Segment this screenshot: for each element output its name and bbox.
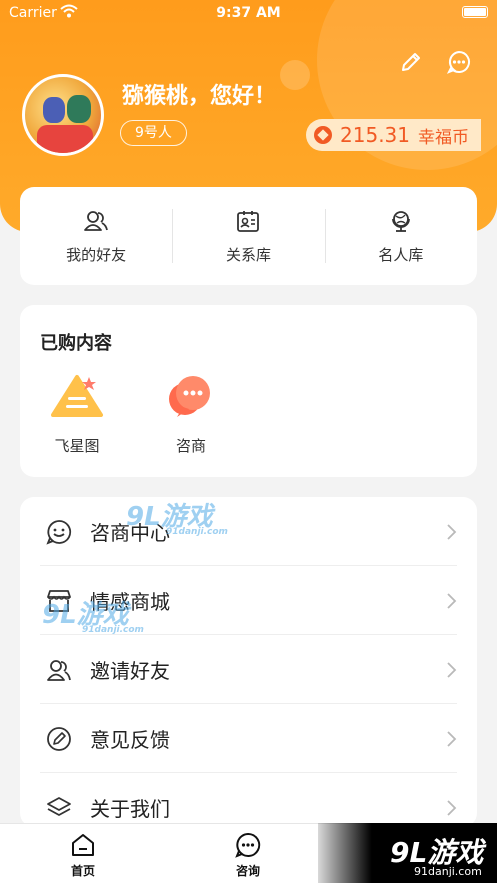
coin-amount: 215.31: [340, 123, 410, 147]
quick-link-relations[interactable]: 关系库: [172, 187, 324, 285]
brand-watermark-logo: 9L游戏 91danji.com: [318, 823, 497, 883]
coin-balance[interactable]: 215.31 幸福币: [306, 119, 481, 151]
tab-label: 咨询: [235, 864, 260, 878]
globe-icon: [391, 210, 410, 232]
tab-home[interactable]: 首页: [48, 832, 118, 879]
avatar-figure-right: [67, 95, 91, 123]
chevron-right-icon: [447, 661, 457, 678]
quick-link-label: 名人库: [378, 245, 424, 264]
menu-item-about-us[interactable]: 关于我们: [20, 773, 477, 827]
purchased-item-consult[interactable]: 咨商: [156, 373, 226, 456]
menu-item-label: 关于我们: [90, 797, 170, 821]
menu-item-label: 邀请好友: [90, 659, 170, 683]
greeting-text: 猕猴桃，您好！: [122, 84, 277, 109]
chevron-right-icon: [447, 592, 457, 609]
purchased-content-card: 已购内容 飞星图 咨商: [20, 305, 477, 477]
home-icon: [72, 834, 94, 856]
quick-link-friends[interactable]: 我的好友: [20, 187, 172, 285]
avatar-figure-left: [43, 97, 65, 123]
level-badge[interactable]: 9号人: [120, 120, 187, 146]
message-icon[interactable]: [445, 48, 473, 76]
section-title: 已购内容: [40, 333, 112, 354]
watermark-url: 91danji.com: [166, 527, 228, 537]
watermark: 9L游戏 91danji.com: [126, 496, 228, 537]
coin-icon: [314, 126, 333, 144]
header-actions: [397, 48, 473, 76]
chevron-right-icon: [447, 799, 457, 816]
chevron-right-icon: [447, 523, 457, 540]
watermark-url: 91danji.com: [82, 625, 144, 635]
smile-chat-icon: [46, 519, 72, 545]
menu-item-feedback[interactable]: 意见反馈: [20, 704, 477, 773]
tab-consult[interactable]: 咨询: [213, 832, 283, 879]
edit-pencil-icon[interactable]: [397, 48, 425, 76]
quick-link-label: 我的好友: [66, 245, 127, 264]
purchased-item-label: 咨商: [175, 437, 206, 455]
quick-link-celebrities[interactable]: 名人库: [324, 187, 477, 285]
avatar[interactable]: [22, 74, 104, 156]
friends-icon: [84, 210, 109, 231]
watermark: 9L游戏 91danji.com: [42, 594, 144, 635]
decor-dot: [280, 60, 310, 90]
feedback-icon: [47, 726, 71, 751]
contact-card-icon: [237, 210, 260, 232]
chevron-right-icon: [447, 730, 457, 747]
tab-label: 首页: [70, 864, 95, 878]
menu-item-invite-friends[interactable]: 邀请好友: [20, 635, 477, 704]
quick-links-card: 我的好友 关系库 名人库: [20, 187, 477, 285]
coin-unit: 幸福币: [418, 127, 469, 148]
purchased-item-label: 飞星图: [54, 437, 100, 455]
chat-bubbles-icon: [169, 376, 210, 417]
purchased-item-flying-star[interactable]: 飞星图: [42, 373, 112, 456]
menu-item-consult-center[interactable]: 咨商中心: [20, 497, 477, 566]
quick-link-label: 关系库: [225, 245, 271, 264]
menu-item-label: 意见反馈: [90, 728, 170, 752]
battery-icon: [462, 6, 488, 18]
avatar-body: [37, 125, 93, 153]
invite-friends-icon: [47, 659, 71, 681]
flying-star-icon: [51, 375, 103, 417]
consult-icon: [235, 832, 261, 858]
status-bar: Carrier 9:37 AM: [0, 0, 497, 26]
menu-card: 咨商中心 情感商城 邀请好友 意见反馈 关于我们: [20, 497, 477, 827]
layers-icon: [47, 796, 71, 816]
brand-logo-url: 91danji.com: [414, 865, 482, 878]
clock: 9:37 AM: [216, 5, 281, 21]
